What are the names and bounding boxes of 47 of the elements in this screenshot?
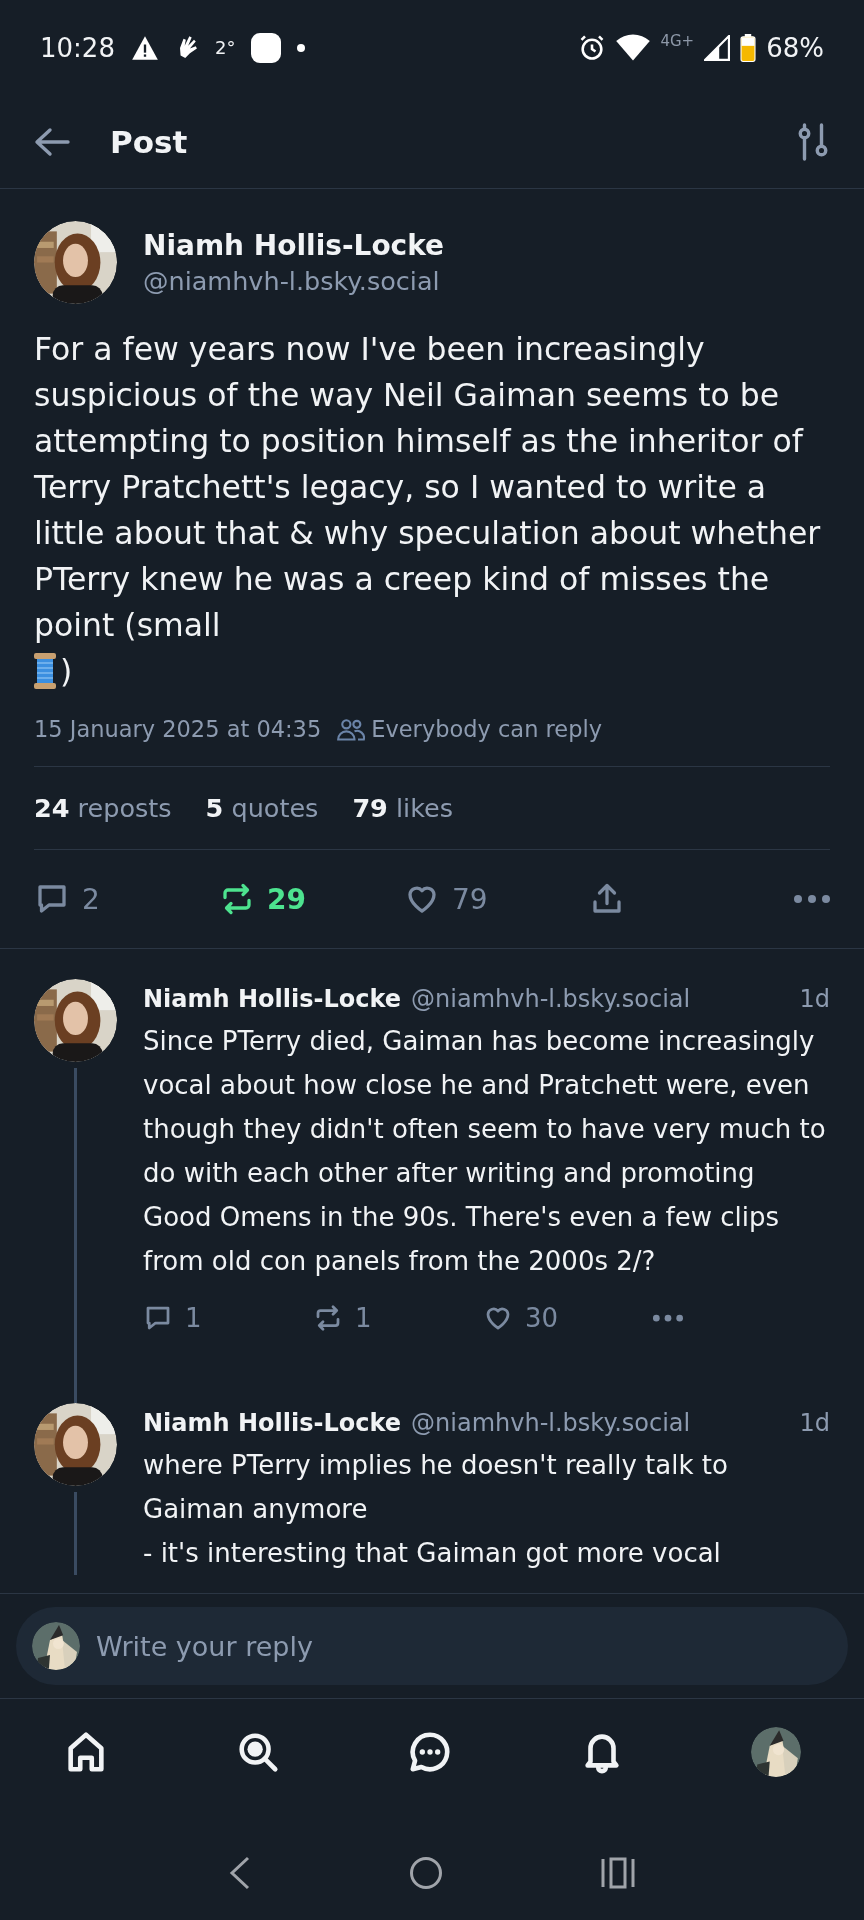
clock-time: 10:28	[40, 32, 115, 63]
chat-icon[interactable]	[407, 1729, 453, 1775]
wifi-icon	[616, 33, 651, 62]
author-handle[interactable]: @niamhvh-l.bsky.social	[143, 266, 445, 296]
stat-link[interactable]: 24 reposts	[34, 793, 172, 823]
stat-link[interactable]: 5 quotes	[205, 793, 319, 823]
app-icon	[251, 32, 282, 63]
signal-icon	[704, 34, 731, 61]
reply-text: where PTerry implies he doesn't really talk to Gaiman anymore - it's interesting that Gaiman got more vocal	[143, 1449, 729, 1570]
repost-button[interactable]: 29	[219, 881, 404, 917]
author-handle[interactable]: @niamhvh-l.bsky.social	[411, 985, 691, 1013]
settings-icon[interactable]	[796, 121, 830, 162]
like-button[interactable]: 79	[404, 881, 589, 917]
reply-field[interactable]: Write your reply	[16, 1607, 848, 1685]
post-text: )	[60, 652, 73, 691]
reply-button[interactable]: 2	[34, 881, 219, 917]
like-button[interactable]: 30	[483, 1303, 653, 1333]
stat-link[interactable]: 79 likes	[352, 793, 453, 823]
battery-icon	[740, 33, 757, 62]
reply-button[interactable]: 1	[143, 1303, 313, 1333]
repost-button[interactable]: 1	[313, 1303, 483, 1333]
post-text: For a few years now I've been increasingly suspicious of the way Neil Gaiman seems to be attempting to position himself as the inheritor of Terry Pratchett's legacy, so I wanted to write a little about that & why speculation about whether PTerry knew he was a creep kind of misses the point (small	[34, 330, 822, 645]
profile-avatar[interactable]	[751, 1727, 801, 1777]
temperature: 2°	[214, 37, 236, 58]
back-icon[interactable]	[34, 126, 70, 157]
page-title: Post	[110, 123, 188, 160]
warning-icon	[130, 34, 159, 61]
more-icon	[794, 894, 830, 904]
reply-text: Since PTerry died, Gaiman has become increasingly vocal about how close he and Pratchett were, even though they didn't often seem to have very much to do with each other after writing and promoting Good Omens in the 90s. There's even a few clips from old con panels from the 2000s 2/?	[143, 1025, 827, 1278]
dot-icon	[297, 43, 306, 52]
network-type: 4G+	[660, 31, 695, 50]
battery-level: 68%	[766, 32, 824, 63]
people-icon	[337, 717, 366, 741]
more-button[interactable]	[794, 894, 830, 904]
author-handle[interactable]: @niamhvh-l.bsky.social	[411, 1409, 691, 1437]
home-nav-icon[interactable]	[409, 1855, 443, 1890]
post-age: 1d	[799, 1409, 830, 1437]
author-name[interactable]: Niamh Hollis-Locke	[143, 985, 402, 1013]
more-icon	[653, 1313, 683, 1323]
spool-icon	[34, 653, 56, 689]
author-name[interactable]: Niamh Hollis-Locke	[143, 1409, 402, 1437]
author-name[interactable]: Niamh Hollis-Locke	[143, 229, 445, 262]
post-age: 1d	[799, 985, 830, 1013]
recents-nav-icon[interactable]	[601, 1856, 635, 1889]
back-nav-icon[interactable]	[229, 1855, 251, 1890]
reply-setting[interactable]: Everybody can reply	[371, 716, 602, 742]
post-date: 15 January 2025 at 04:35	[34, 716, 322, 742]
